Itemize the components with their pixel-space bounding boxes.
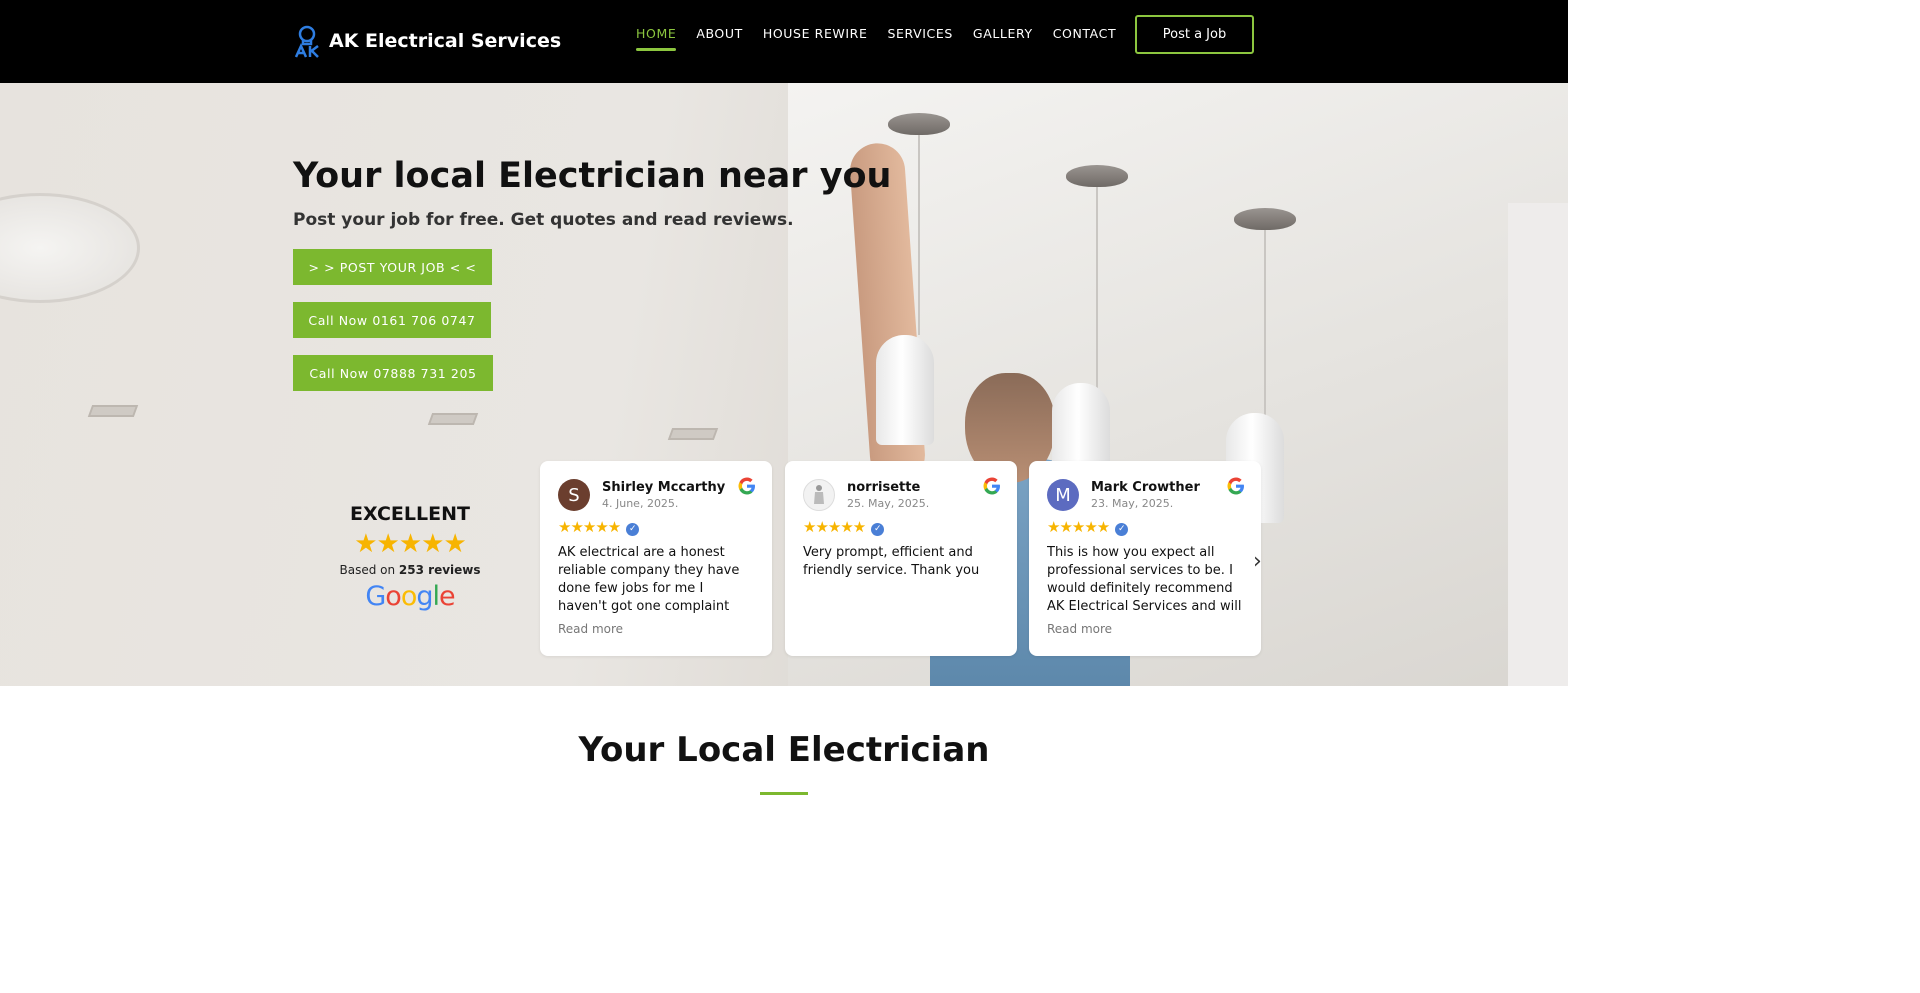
ceiling-vent-decor [87,405,139,417]
rating-label: EXCELLENT [350,503,470,525]
avatar [803,479,835,511]
ceiling-vent-decor [427,413,479,425]
post-your-job-button[interactable]: > > POST YOUR JOB < < [293,249,492,285]
pendant-lamp-decor [1066,165,1128,187]
review-stars: ★★★★★ ✓ [803,518,885,536]
review-date: 23. May, 2025. [1091,497,1174,510]
avatar: S [558,479,590,511]
reviewer-name: norrisette [847,480,921,495]
google-g-icon [738,477,755,495]
review-date: 25. May, 2025. [847,497,930,510]
ceiling-downlight-decor [0,193,140,303]
based-on-prefix: Based on [339,563,396,577]
review-stars: ★★★★★ ✓ [558,518,640,536]
pendant-lamp-decor [888,113,950,135]
review-card: M Mark Crowther 23. May, 2025. ★★★★★ ✓ Th… [1029,461,1261,656]
read-more-link[interactable]: Read more [558,622,623,636]
reviews-count: 253 reviews [398,563,481,577]
review-text: Very prompt, efficient and friendly serv… [803,545,980,578]
pendant-cord-decor [918,135,920,335]
nav-services[interactable]: SERVICES [887,26,952,47]
review-card: norrisette 25. May, 2025. ★★★★★ ✓ Very pr… [785,461,1017,656]
nav-contact[interactable]: CONTACT [1053,26,1116,47]
brand-name: AK Electrical Services [329,30,562,52]
google-rating-badge: EXCELLENT ★★★★★ Based on 253 reviews Goo… [330,503,490,612]
hero-wall-decor [1508,203,1568,686]
hero-subtitle: Post your job for free. Get quotes and r… [293,210,794,230]
verified-badge-icon: ✓ [1115,523,1129,536]
google-logo: Google [365,581,455,612]
read-more-link[interactable]: Read more [1047,622,1112,636]
nav-house-rewire[interactable]: HOUSE REWIRE [763,26,868,47]
hero-section: Your local Electrician near you Post you… [0,83,1568,686]
rating-stars: ★★★★★ [354,529,467,559]
nav-about[interactable]: ABOUT [696,26,743,47]
pendant-cord-decor [1096,187,1098,407]
google-g-icon [1227,477,1244,495]
chevron-right-icon[interactable]: › [1253,549,1262,574]
reviewer-name: Mark Crowther [1091,480,1200,495]
google-g-icon [983,477,1000,495]
pendant-cord-decor [1264,230,1266,420]
brand-logo[interactable]: AK Electrical Services [293,24,561,58]
nav-gallery[interactable]: GALLERY [973,26,1033,47]
review-text: This is how you expect all professional … [1047,545,1242,614]
reviewer-name: Shirley Mccarthy [602,480,726,495]
pendant-lamp-decor [1234,208,1296,230]
section-title: Your Local Electrician [578,730,990,770]
nav-home[interactable]: HOME [636,26,677,51]
call-mobile-button[interactable]: Call Now 07888 731 205 [293,355,493,391]
ceiling-vent-decor [667,428,719,440]
section-divider [760,792,808,795]
post-a-job-button[interactable]: Post a Job [1135,15,1254,54]
review-text: AK electrical are a honest reliable comp… [558,545,740,614]
avatar: M [1047,479,1079,511]
review-card: S Shirley Mccarthy 4. June, 2025. ★★★★★ ✓… [540,461,772,656]
main-nav: HOME ABOUT HOUSE REWIRE SERVICES GALLERY… [636,26,1116,51]
review-stars: ★★★★★ ✓ [1047,518,1129,536]
reviews-count-text: Based on 253 reviews [330,563,490,577]
hero-title: Your local Electrician near you [293,156,892,196]
lightbulb-logo-icon [293,24,321,58]
review-date: 4. June, 2025. [602,497,679,510]
call-landline-button[interactable]: Call Now 0161 706 0747 [293,302,491,338]
verified-badge-icon: ✓ [626,523,640,536]
pendant-shade-decor [876,335,934,445]
verified-badge-icon: ✓ [871,523,885,536]
site-header: AK Electrical Services HOME ABOUT HOUSE … [0,0,1568,83]
